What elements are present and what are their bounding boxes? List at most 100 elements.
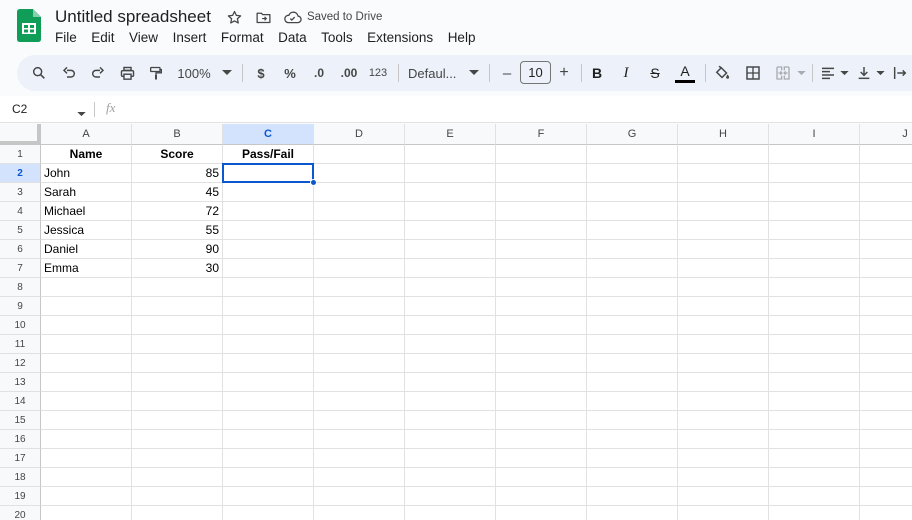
cell-h3[interactable]	[678, 183, 769, 202]
cell-f13[interactable]	[496, 373, 587, 392]
cell-b11[interactable]	[132, 335, 223, 354]
vertical-align-icon[interactable]	[855, 55, 873, 91]
cell-f7[interactable]	[496, 259, 587, 278]
cell-d19[interactable]	[314, 487, 405, 506]
cell-e2[interactable]	[405, 164, 496, 183]
column-header-h[interactable]: H	[678, 124, 769, 145]
percent-format-button[interactable]: %	[281, 55, 299, 91]
cell-g10[interactable]	[587, 316, 678, 335]
cell-h1[interactable]	[678, 145, 769, 164]
cell-b4[interactable]: 72	[132, 202, 223, 221]
cell-b19[interactable]	[132, 487, 223, 506]
row-header-9[interactable]: 9	[0, 297, 41, 316]
cell-a10[interactable]	[41, 316, 132, 335]
decrease-decimal-button[interactable]: .0	[309, 55, 329, 91]
decrease-font-size-button[interactable]: –	[499, 55, 515, 91]
cell-c17[interactable]	[223, 449, 314, 468]
cell-d9[interactable]	[314, 297, 405, 316]
font-family-select[interactable]: Defaul...	[408, 55, 460, 91]
cell-g13[interactable]	[587, 373, 678, 392]
cell-b2[interactable]: 85	[132, 164, 223, 183]
select-all-corner[interactable]	[0, 124, 41, 145]
row-header-13[interactable]: 13	[0, 373, 41, 392]
cell-a5[interactable]: Jessica	[41, 221, 132, 240]
cell-g9[interactable]	[587, 297, 678, 316]
cell-f17[interactable]	[496, 449, 587, 468]
cell-e4[interactable]	[405, 202, 496, 221]
zoom-dropdown-icon[interactable]	[220, 55, 234, 91]
cell-h5[interactable]	[678, 221, 769, 240]
column-header-j[interactable]: J	[860, 124, 912, 145]
fill-color-icon[interactable]	[712, 55, 732, 91]
cell-f9[interactable]	[496, 297, 587, 316]
cell-c15[interactable]	[223, 411, 314, 430]
cell-h19[interactable]	[678, 487, 769, 506]
cell-h16[interactable]	[678, 430, 769, 449]
cell-j7[interactable]	[860, 259, 912, 278]
cell-a7[interactable]: Emma	[41, 259, 132, 278]
name-box-dropdown-icon[interactable]	[77, 104, 86, 122]
cell-c18[interactable]	[223, 468, 314, 487]
cell-d4[interactable]	[314, 202, 405, 221]
cell-d6[interactable]	[314, 240, 405, 259]
cell-e10[interactable]	[405, 316, 496, 335]
row-header-1[interactable]: 1	[0, 145, 41, 164]
increase-font-size-button[interactable]: +	[556, 55, 572, 91]
cell-c3[interactable]	[223, 183, 314, 202]
cell-c10[interactable]	[223, 316, 314, 335]
sheets-logo-icon[interactable]	[17, 9, 41, 42]
cell-h8[interactable]	[678, 278, 769, 297]
cell-d5[interactable]	[314, 221, 405, 240]
merge-cells-icon[interactable]	[773, 55, 793, 91]
text-color-button[interactable]: A	[674, 55, 696, 91]
cell-g1[interactable]	[587, 145, 678, 164]
cell-b12[interactable]	[132, 354, 223, 373]
cell-c14[interactable]	[223, 392, 314, 411]
cell-i13[interactable]	[769, 373, 860, 392]
undo-icon[interactable]	[59, 55, 79, 91]
cell-d8[interactable]	[314, 278, 405, 297]
cell-f19[interactable]	[496, 487, 587, 506]
cell-c6[interactable]	[223, 240, 314, 259]
cell-a9[interactable]	[41, 297, 132, 316]
row-header-18[interactable]: 18	[0, 468, 41, 487]
cell-j10[interactable]	[860, 316, 912, 335]
cell-b7[interactable]: 30	[132, 259, 223, 278]
cell-e18[interactable]	[405, 468, 496, 487]
redo-icon[interactable]	[88, 55, 108, 91]
cloud-saved-icon[interactable]	[283, 7, 303, 27]
cell-c19[interactable]	[223, 487, 314, 506]
cell-d15[interactable]	[314, 411, 405, 430]
cell-d13[interactable]	[314, 373, 405, 392]
column-header-f[interactable]: F	[496, 124, 587, 145]
cell-d18[interactable]	[314, 468, 405, 487]
cell-h7[interactable]	[678, 259, 769, 278]
cell-d20[interactable]	[314, 506, 405, 520]
cell-j5[interactable]	[860, 221, 912, 240]
merge-dropdown-icon[interactable]	[795, 55, 807, 91]
cell-g3[interactable]	[587, 183, 678, 202]
cell-c2[interactable]	[223, 164, 314, 183]
cell-h4[interactable]	[678, 202, 769, 221]
zoom-select[interactable]: 100%	[175, 55, 213, 91]
column-header-a[interactable]: A	[41, 124, 132, 145]
cell-j6[interactable]	[860, 240, 912, 259]
cell-d1[interactable]	[314, 145, 405, 164]
document-title[interactable]: Untitled spreadsheet	[55, 7, 211, 27]
strikethrough-button[interactable]: S	[647, 55, 663, 91]
menu-data[interactable]: Data	[278, 30, 307, 45]
cell-a3[interactable]: Sarah	[41, 183, 132, 202]
cell-h11[interactable]	[678, 335, 769, 354]
cell-j19[interactable]	[860, 487, 912, 506]
cell-h6[interactable]	[678, 240, 769, 259]
cell-e1[interactable]	[405, 145, 496, 164]
row-header-10[interactable]: 10	[0, 316, 41, 335]
row-header-4[interactable]: 4	[0, 202, 41, 221]
cell-b3[interactable]: 45	[132, 183, 223, 202]
bold-button[interactable]: B	[589, 55, 605, 91]
cell-d11[interactable]	[314, 335, 405, 354]
cell-b10[interactable]	[132, 316, 223, 335]
cell-h17[interactable]	[678, 449, 769, 468]
cell-e15[interactable]	[405, 411, 496, 430]
fill-handle[interactable]	[310, 179, 317, 186]
